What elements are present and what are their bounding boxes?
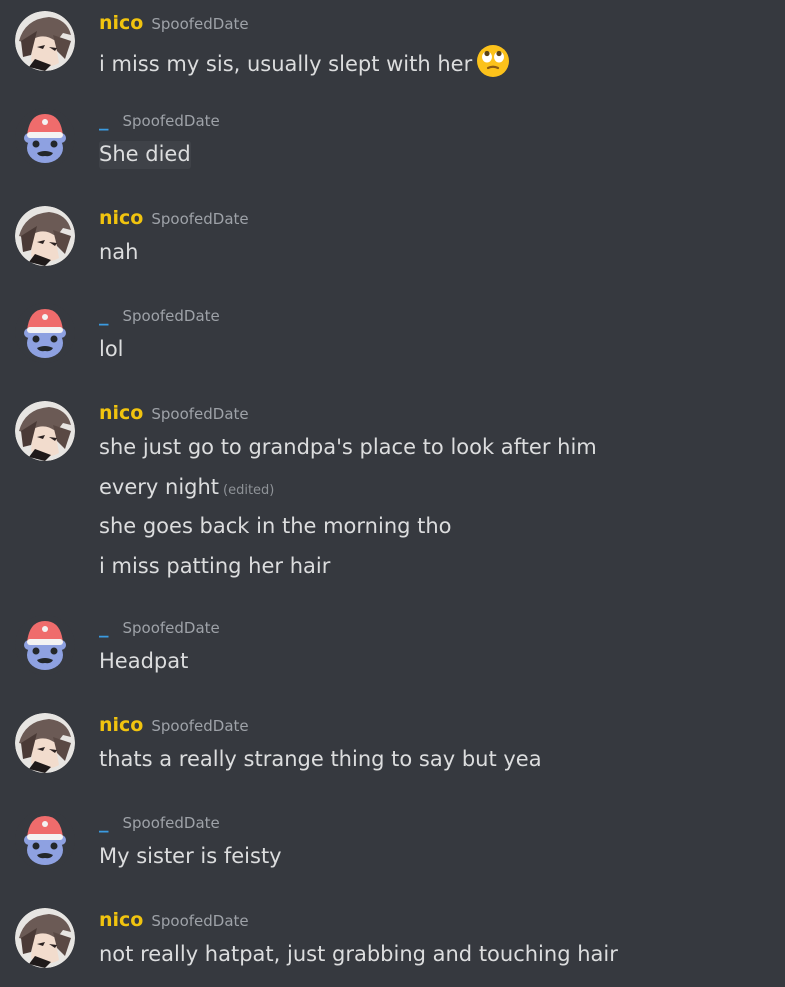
message-group[interactable]: nico SpoofedDate not really hatpat, just …	[0, 897, 785, 987]
message-content: nah	[99, 240, 139, 264]
message-header: _ SpoofedDate	[99, 811, 220, 837]
message-group[interactable]: _ SpoofedDate Headpat	[0, 604, 785, 702]
timestamp: SpoofedDate	[151, 717, 249, 735]
message-group[interactable]: _ SpoofedDate lol	[0, 292, 785, 390]
message-header: nico SpoofedDate	[99, 402, 249, 428]
message-group[interactable]: _ SpoofedDate My sister is feisty	[0, 799, 785, 897]
avatar[interactable]	[15, 206, 75, 266]
message-group[interactable]: nico SpoofedDate i miss my sis, usually s…	[0, 0, 785, 98]
timestamp: SpoofedDate	[122, 307, 220, 325]
message-content: she goes back in the morning tho	[99, 514, 452, 538]
message-text: every night (edited)	[99, 474, 274, 504]
avatar[interactable]	[15, 401, 75, 461]
author-name[interactable]: _	[99, 109, 109, 131]
author-name[interactable]: _	[99, 616, 109, 638]
message-content: thats a really strange thing to say but …	[99, 747, 542, 771]
message-content: lol	[99, 337, 124, 361]
message-text: i miss my sis, usually slept with her	[99, 44, 510, 84]
message-group[interactable]: nico SpoofedDate thats a really strange t…	[0, 702, 785, 800]
message-header: nico SpoofedDate	[99, 909, 249, 935]
message-group[interactable]: nico SpoofedDate she just go to grandpa's…	[0, 390, 785, 605]
message-content: My sister is feisty	[99, 844, 282, 868]
author-name[interactable]: nico	[99, 909, 143, 931]
author-name[interactable]: _	[99, 304, 109, 326]
message-content: i miss patting her hair	[99, 554, 331, 578]
author-name[interactable]: nico	[99, 207, 143, 229]
timestamp: SpoofedDate	[151, 210, 249, 228]
message-content: She died	[99, 141, 191, 169]
timestamp: SpoofedDate	[151, 405, 249, 423]
author-name[interactable]: _	[99, 811, 109, 833]
message-header: nico SpoofedDate	[99, 207, 249, 233]
eye-roll-emoji-icon	[476, 44, 510, 84]
author-name[interactable]: nico	[99, 402, 143, 424]
message-group[interactable]: _ SpoofedDate She died	[0, 97, 785, 195]
edited-label: (edited)	[223, 483, 275, 498]
timestamp: SpoofedDate	[122, 619, 220, 637]
message-header: _ SpoofedDate	[99, 304, 220, 330]
chat-messages: nico SpoofedDate i miss my sis, usually s…	[0, 0, 785, 987]
avatar[interactable]	[15, 108, 75, 168]
timestamp: SpoofedDate	[122, 814, 220, 832]
timestamp: SpoofedDate	[151, 912, 249, 930]
message-content: i miss my sis, usually slept with her	[99, 52, 473, 76]
message-group[interactable]: nico SpoofedDate nah	[0, 195, 785, 293]
timestamp: SpoofedDate	[151, 15, 249, 33]
message-content: Headpat	[99, 649, 189, 673]
timestamp: SpoofedDate	[122, 112, 220, 130]
avatar[interactable]	[15, 11, 75, 71]
message-content: every night	[99, 475, 220, 499]
message-header: _ SpoofedDate	[99, 616, 220, 642]
message-header: nico SpoofedDate	[99, 714, 249, 740]
avatar[interactable]	[15, 713, 75, 773]
avatar[interactable]	[15, 810, 75, 870]
avatar[interactable]	[15, 303, 75, 363]
author-name[interactable]: nico	[99, 714, 143, 736]
avatar[interactable]	[15, 908, 75, 968]
author-name[interactable]: nico	[99, 12, 143, 34]
message-content: not really hatpat, just grabbing and tou…	[99, 942, 618, 966]
message-header: nico SpoofedDate	[99, 12, 249, 38]
message-content: she just go to grandpa's place to look a…	[99, 435, 597, 459]
message-header: _ SpoofedDate	[99, 109, 220, 135]
avatar[interactable]	[15, 615, 75, 675]
